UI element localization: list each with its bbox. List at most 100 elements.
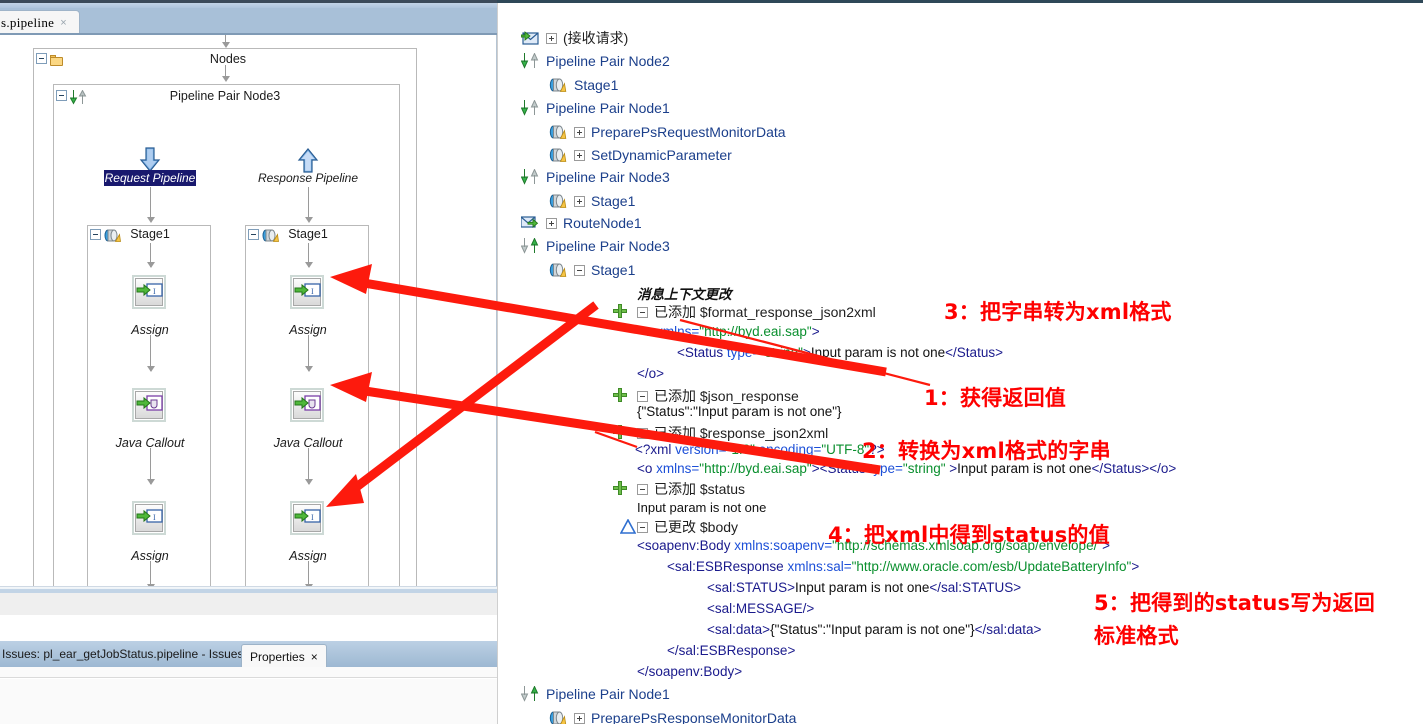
tree-row-label: Stage1 <box>591 262 636 278</box>
request-pipeline-selected-label[interactable]: Request Pipeline <box>104 170 196 186</box>
expander-minus-icon[interactable] <box>574 264 585 276</box>
action-node-javacallout-right[interactable] <box>290 388 324 422</box>
pipeline-pair-down-icon <box>520 168 539 185</box>
stage-icon <box>549 147 567 163</box>
xml-text: Input param is not one <box>810 345 946 360</box>
close-icon[interactable]: × <box>311 650 318 664</box>
tree-row-label: (接收请求) <box>563 30 629 46</box>
folder-icon <box>50 55 64 67</box>
connector-line <box>308 561 309 586</box>
expander-minus-icon[interactable] <box>637 306 648 318</box>
tree-row-setdynamicparameter[interactable]: SetDynamicParameter <box>549 145 732 165</box>
expander-plus-icon[interactable] <box>546 217 557 229</box>
tree-row-label: Pipeline Pair Node1 <box>546 100 670 116</box>
expander-plus-icon[interactable] <box>574 195 585 207</box>
changed-marker-icon <box>613 518 637 534</box>
tree-row-pipeline-pair-node2[interactable]: Pipeline Pair Node2 <box>520 51 670 71</box>
change-label: 已添加 $response_json2xml <box>654 425 829 441</box>
tree-row-label: PreparePsRequestMonitorData <box>591 124 786 140</box>
tree-row-receive-request[interactable]: (接收请求) <box>520 28 629 48</box>
tree-row-stage1-a[interactable]: Stage1 <box>549 75 618 95</box>
tree-row-preparepsrequestmonitordata[interactable]: PreparePsRequestMonitorData <box>549 122 786 142</box>
response-pipeline-label: Response Pipeline <box>257 171 359 185</box>
expander-plus-icon[interactable] <box>574 712 585 724</box>
xml-tag: <o <box>637 461 657 476</box>
tree-row-pipeline-pair-node3-a[interactable]: Pipeline Pair Node3 <box>520 167 670 187</box>
change-row-format-response-json2xml[interactable]: 已添加 $format_response_json2xml <box>637 302 876 322</box>
tree-row-label: PreparePsResponseMonitorData <box>591 710 797 724</box>
action-node-assign-1-right[interactable]: I <box>290 275 324 309</box>
expander-plus-icon[interactable] <box>574 149 585 161</box>
tree-row-stage1-b[interactable]: Stage1 <box>549 191 635 211</box>
stage-icon <box>549 710 567 724</box>
tab-properties[interactable]: Properties × <box>241 644 327 668</box>
stage-right-collapse-toggle[interactable] <box>248 229 259 240</box>
stage-left-collapse-toggle[interactable] <box>90 229 101 240</box>
request-pipeline-label: Request Pipeline <box>104 171 196 185</box>
expander-minus-icon[interactable] <box>637 427 648 439</box>
svg-text:I: I <box>153 287 156 296</box>
tree-row-pipeline-pair-node3-b[interactable]: Pipeline Pair Node3 <box>520 236 670 256</box>
panel-white-strip <box>0 615 497 642</box>
xml-attr: xmlns= <box>656 461 700 476</box>
nodes-collapse-toggle[interactable] <box>36 53 47 64</box>
change-row-body[interactable]: 已更改 $body <box>637 517 738 537</box>
pipeline-pair-up-icon <box>520 237 539 254</box>
tree-row-pipeline-pair-node1-tail[interactable]: Pipeline Pair Node1 <box>520 684 670 704</box>
stage-icon <box>549 193 567 209</box>
tree-row-preparepsresponsemonitordata[interactable]: PreparePsResponseMonitorData <box>549 708 796 724</box>
action-node-assign-2-left[interactable]: I <box>132 501 166 535</box>
close-icon[interactable]: × <box>60 17 66 29</box>
code-line: <sal:ESBResponse xmlns:sal="http://www.o… <box>667 559 1139 574</box>
change-row-response-json2xml[interactable]: 已添加 $response_json2xml <box>637 423 828 443</box>
pipeline-diagram-canvas[interactable]: Nodes Pipeline Pair Node3 Request Pipeli… <box>0 35 497 586</box>
code-line: <Status type="string">Input param is not… <box>677 345 1003 360</box>
tree-row-label: Pipeline Pair Node3 <box>546 169 670 185</box>
pipeline-pair-icon <box>69 89 87 105</box>
stage-icon <box>549 77 567 93</box>
expander-minus-icon[interactable] <box>637 390 648 402</box>
pipeline-pair-collapse-toggle[interactable] <box>56 90 67 101</box>
arrow-down-icon <box>305 262 313 268</box>
expander-plus-icon[interactable] <box>546 32 557 44</box>
xml-value: "string" <box>760 345 803 360</box>
xml-tag: <sal:data> <box>707 622 771 637</box>
properties-panel-body <box>0 667 497 724</box>
tree-row-pipeline-pair-node1[interactable]: Pipeline Pair Node1 <box>520 98 670 118</box>
expander-minus-icon[interactable] <box>637 483 648 495</box>
nodes-label: Nodes <box>209 52 247 66</box>
svg-text:I: I <box>311 513 314 522</box>
xml-tag: </sal:STATUS> <box>929 580 1022 595</box>
stage-icon <box>549 124 567 140</box>
expander-plus-icon[interactable] <box>574 126 585 138</box>
action-node-javacallout-left[interactable] <box>132 388 166 422</box>
action-node-assign-1-left[interactable]: I <box>132 275 166 309</box>
xml-tag: </sal:data> <box>974 622 1042 637</box>
arrow-down-icon <box>305 217 313 223</box>
connector-line <box>308 187 309 219</box>
code-line: {"Status":"Input param is not one"} <box>637 404 842 419</box>
arrow-down-icon <box>305 479 313 485</box>
tree-row-routenode1[interactable]: RouteNode1 <box>520 213 642 233</box>
tree-row-label: Stage1 <box>574 77 619 93</box>
editor-tab-pipeline[interactable]: s.pipeline × <box>0 10 80 35</box>
code-line: </sal:ESBResponse> <box>667 643 796 658</box>
change-label: 已添加 $json_response <box>654 388 799 404</box>
tree-row-stage1-expanded[interactable]: Stage1 <box>549 260 635 280</box>
change-row-json-response[interactable]: 已添加 $json_response <box>637 386 799 406</box>
change-label: 已添加 $status <box>654 481 746 497</box>
xml-attr: encoding= <box>754 442 822 457</box>
code-line: <sal:MESSAGE/> <box>707 601 815 616</box>
change-row-status[interactable]: 已添加 $status <box>637 479 745 499</box>
request-pipeline-arrow-icon <box>138 147 161 172</box>
xml-tag: <sal:ESBResponse <box>667 559 788 574</box>
pipeline-pair-node-label: Pipeline Pair Node3 <box>169 89 281 103</box>
xml-tag: <Status <box>677 345 727 360</box>
annotation-2-label: 2：转换为xml格式的字串 <box>862 439 1111 463</box>
stage-icon <box>104 228 121 243</box>
code-line: <o xmlns="http://byd.eai.sap"> <box>637 324 820 339</box>
action-node-assign-2-right[interactable]: I <box>290 501 324 535</box>
expander-minus-icon[interactable] <box>637 521 648 533</box>
tab-issues[interactable]: Issues: pl_ear_getJobStatus.pipeline - I… <box>0 641 253 667</box>
code-line: </o> <box>637 366 665 381</box>
